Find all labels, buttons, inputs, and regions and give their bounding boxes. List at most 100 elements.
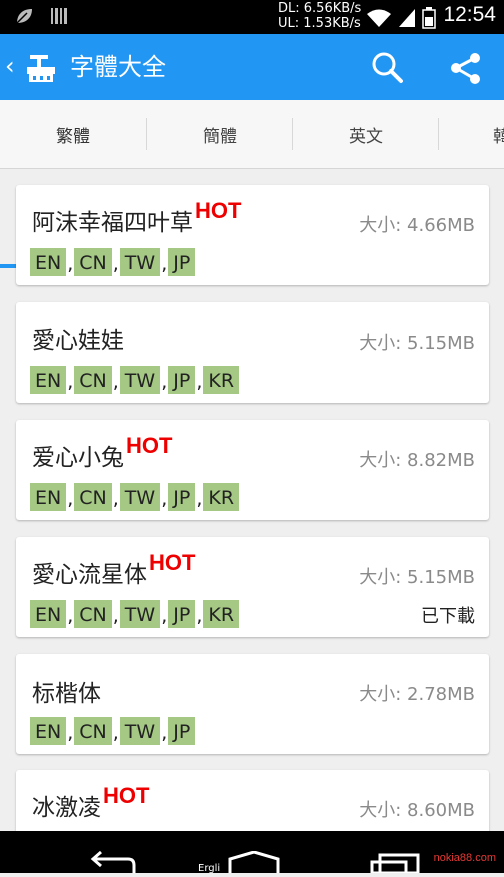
separator: , [112,253,119,275]
action-bar: ‹ 字體大全 [0,34,504,100]
font-title: 愛心娃娃 [32,321,124,355]
separator: , [67,722,74,744]
separator: , [67,488,74,510]
wifi-icon [366,8,392,32]
lang-tag: EN [30,366,67,394]
font-name: 愛心娃娃 [32,328,124,354]
tab-traditional[interactable]: 繁體 [0,100,146,168]
back-icon[interactable]: ‹ [5,52,15,80]
lang-tag: JP [168,717,196,745]
separator: , [161,253,168,275]
font-name: 阿沫幸福四叶草 [32,210,193,236]
lang-tag: JP [168,483,196,511]
lang-tag: TW [119,366,161,394]
app-logo-icon[interactable] [26,52,56,88]
lang-tag: JP [168,248,196,276]
home-nav-icon[interactable] [228,850,280,877]
separator: , [112,605,119,627]
category-tabs: 繁體 簡體 英文 韓 [0,100,504,268]
back-nav-icon[interactable] [88,850,138,877]
font-card[interactable]: 标楷体 大小: 2.78MB EN, CN, TW, JP [16,654,489,754]
nav-label: Ergli [198,863,221,874]
upload-speed: UL: 1.53KB/s [278,16,361,31]
lang-tag: CN [74,717,112,745]
lang-tag: KR [203,600,240,628]
font-size: 大小: 8.60MB [359,800,475,821]
downloaded-status: 已下載 [421,606,475,627]
font-size: 大小: 4.66MB [359,215,475,236]
lang-tag: TW [119,717,161,745]
status-bar: DL: 6.56KB/s UL: 1.53KB/s 12:54 [0,0,504,34]
separator: , [67,605,74,627]
lang-tag: TW [119,248,161,276]
language-tags: EN, CN, TW, JP [30,717,196,745]
font-size: 大小: 5.15MB [359,333,475,354]
leaf-icon [14,6,34,30]
lang-tag: TW [119,483,161,511]
language-tags: EN, CN, TW, JP, KR [30,600,240,628]
font-title: 冰激凌HOT [32,783,149,822]
clock: 12:54 [443,3,496,26]
separator: , [161,371,168,393]
font-card[interactable]: 阿沫幸福四叶草HOT 大小: 4.66MB EN, CN, TW, JP [16,185,489,285]
separator: , [161,722,168,744]
search-icon[interactable] [370,50,404,88]
font-card[interactable]: 爱心小兔HOT 大小: 8.82MB EN, CN, TW, JP, KR [16,420,489,520]
lang-tag: EN [30,600,67,628]
notification-icons [14,6,68,30]
hot-badge: HOT [126,433,173,458]
separator: , [112,488,119,510]
font-size: 大小: 5.15MB [359,567,475,588]
lang-tag: KR [203,483,240,511]
font-card[interactable]: 冰激凌HOT 大小: 8.60MB [16,770,489,831]
lang-tag: JP [168,600,196,628]
tab-korean[interactable]: 韓 [439,100,504,168]
separator: , [67,253,74,275]
font-name: 愛心流星体 [32,562,147,588]
separator: , [67,371,74,393]
separator: , [196,371,203,393]
font-size: 大小: 2.78MB [359,684,475,705]
font-title: 愛心流星体HOT [32,550,195,589]
tab-english[interactable]: 英文 [293,100,439,168]
lang-tag: KR [203,366,240,394]
separator: , [161,488,168,510]
lang-tag: EN [30,483,67,511]
separator: , [161,605,168,627]
separator: , [112,371,119,393]
barcode-icon [50,6,68,30]
font-title: 标楷体 [32,674,101,708]
separator: , [196,488,203,510]
hot-badge: HOT [103,783,150,808]
recents-nav-icon[interactable] [370,853,420,877]
separator: , [196,605,203,627]
font-name: 冰激凌 [32,795,101,821]
language-tags: EN, CN, TW, JP, KR [30,483,240,511]
language-tags: EN, CN, TW, JP [30,248,196,276]
lang-tag: EN [30,248,67,276]
font-card[interactable]: 愛心娃娃 大小: 5.15MB EN, CN, TW, JP, KR [16,302,489,403]
lang-tag: CN [74,248,112,276]
battery-icon [422,7,436,33]
separator: , [112,722,119,744]
hot-badge: HOT [195,198,242,223]
app-title: 字體大全 [70,53,166,81]
tab-simplified[interactable]: 簡體 [147,100,293,168]
lang-tag: TW [119,600,161,628]
navigation-bar: Ergli nokia88.com [0,831,504,875]
font-title: 阿沫幸福四叶草HOT [32,198,241,237]
font-title: 爱心小兔HOT [32,433,172,472]
font-name: 爱心小兔 [32,445,124,471]
lang-tag: JP [168,366,196,394]
font-size: 大小: 8.82MB [359,450,475,471]
lang-tag: CN [74,483,112,511]
lang-tag: CN [74,366,112,394]
font-card[interactable]: 愛心流星体HOT 大小: 5.15MB 已下載 EN, CN, TW, JP, … [16,537,489,637]
network-speed: DL: 6.56KB/s UL: 1.53KB/s [278,1,361,31]
lang-tag: EN [30,717,67,745]
share-icon[interactable] [448,50,484,90]
download-speed: DL: 6.56KB/s [278,1,362,16]
font-name: 标楷体 [32,681,101,707]
signal-icon [398,8,416,32]
language-tags: EN, CN, TW, JP, KR [30,366,240,394]
